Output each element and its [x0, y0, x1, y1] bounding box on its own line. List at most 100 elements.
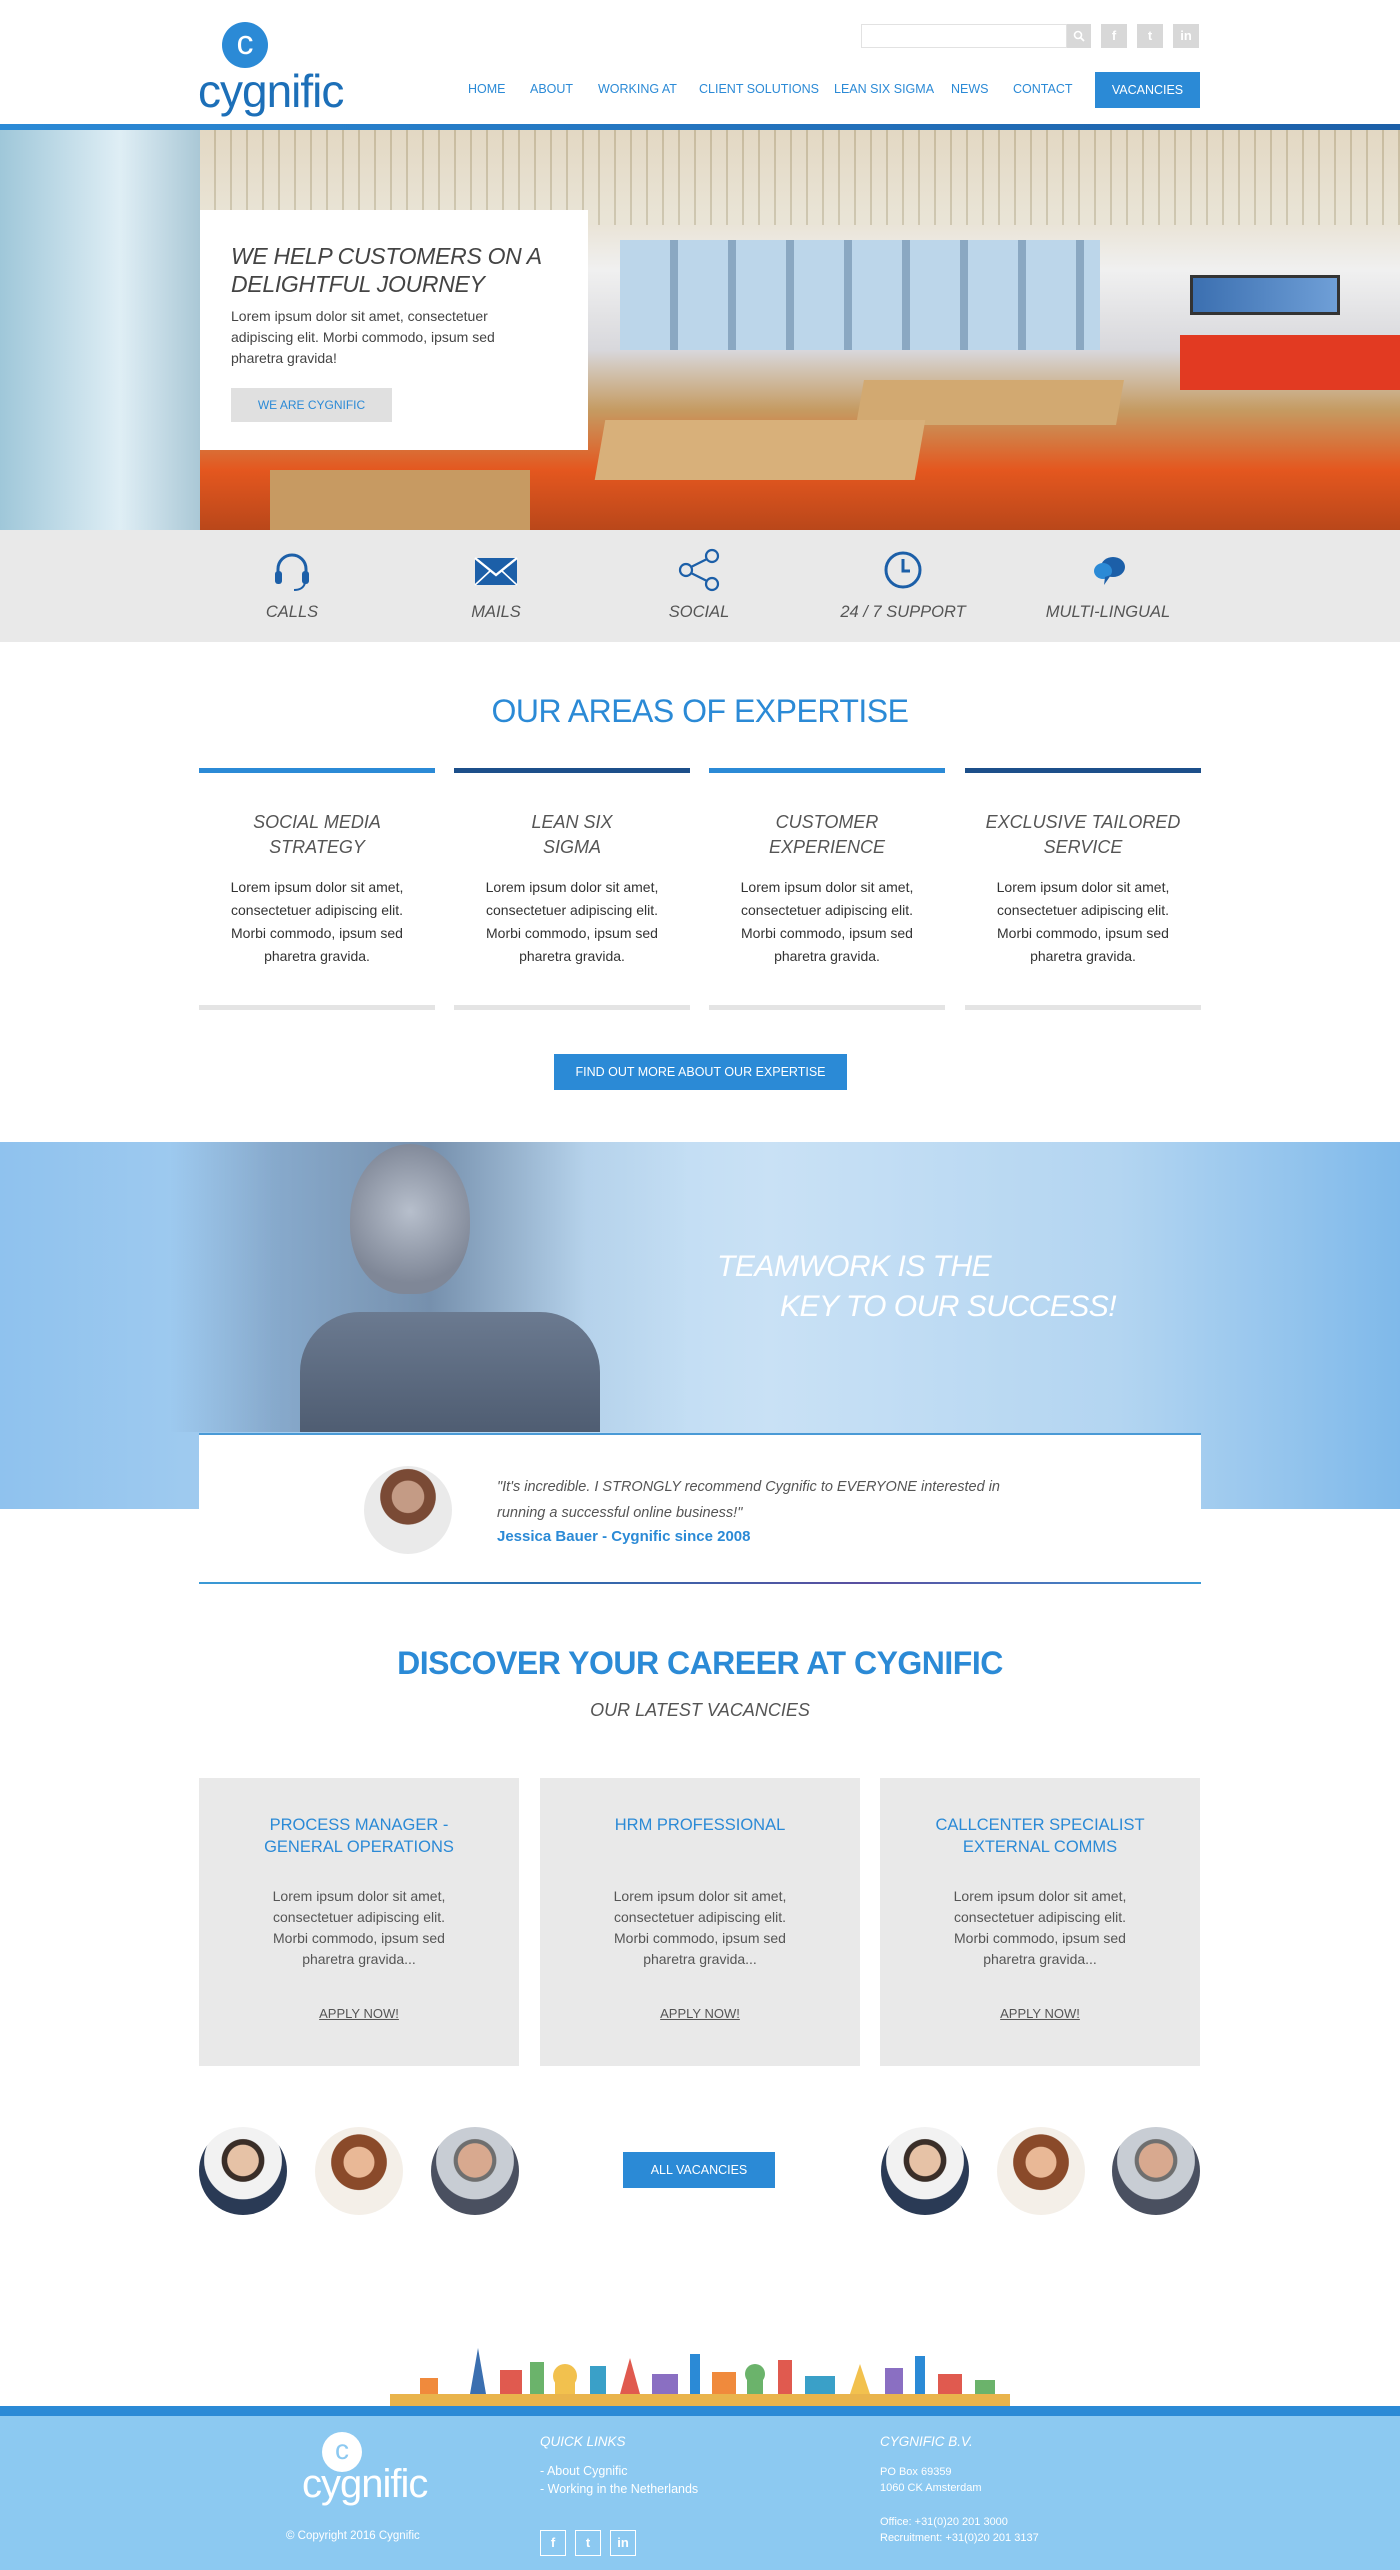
apply-now-link[interactable]: APPLY NOW! — [880, 2006, 1200, 2021]
footer-link-working-nl[interactable]: - Working in the Netherlands — [540, 2482, 698, 2496]
banner-person-body — [300, 1312, 600, 1432]
vacancies-button[interactable]: VACANCIES — [1095, 72, 1200, 108]
features-strip: CALLS MAILS SOCIAL 24 / 7 SUPPORT MULTI-… — [0, 530, 1400, 642]
expertise-item-title: CUSTOMER EXPERIENCE — [709, 810, 945, 860]
vacancy-card[interactable]: HRM PROFESSIONAL Lorem ipsum dolor sit a… — [540, 1778, 860, 2066]
address-line: PO Box 69359 — [880, 2466, 952, 2478]
we-are-cygnific-button[interactable]: WE ARE CYGNIFIC — [231, 388, 392, 422]
testimonial-quote: "It's incredible. I STRONGLY recommend C… — [497, 1479, 1000, 1521]
expertise-title-line: STRATEGY — [269, 837, 365, 857]
apply-now-link[interactable]: APPLY NOW! — [199, 2006, 519, 2021]
nav-about[interactable]: ABOUT — [530, 82, 573, 96]
expertise-title-line: EXPERIENCE — [768, 837, 886, 857]
expertise-item-social-media[interactable]: SOCIAL MEDIA STRATEGY Lorem ipsum dolor … — [199, 768, 435, 1011]
apply-now-link[interactable]: APPLY NOW! — [540, 2006, 860, 2021]
feature-calls[interactable]: CALLS — [212, 530, 372, 642]
hero-window-wall — [0, 130, 200, 530]
banner-headline-line1: TEAMWORK IS THE — [717, 1250, 992, 1283]
vacancy-title-line: HRM PROFESSIONAL — [614, 1816, 786, 1834]
expertise-title-line: LEAN SIX — [531, 812, 613, 832]
city-skyline-illustration — [390, 2348, 1010, 2406]
hero-title: WE HELP CUSTOMERS ON A DELIGHTFUL JOURNE… — [231, 243, 541, 297]
site-footer: c cygnific © Copyright 2016 Cygnific QUI… — [0, 2416, 1400, 2570]
expertise-item-customer-experience[interactable]: CUSTOMER EXPERIENCE Lorem ipsum dolor si… — [709, 768, 945, 1011]
twitter-icon[interactable]: t — [1137, 24, 1163, 48]
expertise-title-line: EXCLUSIVE TAILORED — [985, 812, 1181, 832]
expertise-top-bar — [454, 768, 690, 773]
nav-lean-six-sigma[interactable]: LEAN SIX SIGMA — [834, 82, 934, 96]
feature-label: CALLS — [265, 603, 319, 621]
expertise-title: OUR AREAS OF EXPERTISE — [491, 693, 909, 729]
expertise-item-title: EXCLUSIVE TAILORED SERVICE — [965, 810, 1201, 860]
find-out-more-button[interactable]: FIND OUT MORE ABOUT OUR EXPERTISE — [554, 1054, 847, 1090]
feature-support[interactable]: 24 / 7 SUPPORT — [823, 530, 983, 642]
hero-banner: WE HELP CUSTOMERS ON A DELIGHTFUL JOURNE… — [0, 130, 1400, 530]
cygnific-logo[interactable]: c cygnific — [198, 20, 344, 120]
hero-table — [270, 470, 530, 530]
search-icon — [1073, 30, 1085, 42]
feature-label: MAILS — [471, 603, 521, 621]
expertise-top-bar — [199, 768, 435, 773]
hero-red-counter — [1180, 335, 1400, 390]
mail-icon — [474, 557, 518, 586]
hero-table — [594, 420, 926, 480]
testimonial-author: Jessica Bauer - Cygnific since 2008 — [497, 1528, 751, 1545]
expertise-bottom-bar — [199, 1005, 435, 1010]
feature-label: MULTI-LINGUAL — [1045, 603, 1171, 621]
expertise-item-text: Lorem ipsum dolor sit amet, consectetuer… — [230, 879, 404, 964]
expertise-item-title: SOCIAL MEDIA STRATEGY — [199, 810, 435, 860]
vacancy-text: Lorem ipsum dolor sit amet, consectetuer… — [272, 1888, 446, 1967]
vacancy-title-line: GENERAL OPERATIONS — [264, 1838, 454, 1856]
expertise-bottom-bar — [709, 1005, 945, 1010]
expertise-bottom-bar — [454, 1005, 690, 1010]
hero-table — [856, 380, 1124, 425]
footer-twitter-icon[interactable]: t — [575, 2530, 601, 2556]
copyright-text: © Copyright 2016 Cygnific — [286, 2530, 420, 2542]
vacancy-title-line: PROCESS MANAGER - — [269, 1816, 449, 1834]
nav-working-at[interactable]: WORKING AT — [598, 82, 677, 96]
logo-mark: c — [222, 22, 268, 68]
address-line: 1060 CK Amsterdam — [880, 2482, 982, 2494]
company-title: CYGNIFIC B.V. — [880, 2434, 973, 2449]
search-button[interactable] — [1067, 24, 1091, 48]
all-vacancies-button[interactable]: ALL VACANCIES — [623, 2152, 775, 2188]
linkedin-icon[interactable]: in — [1173, 24, 1199, 48]
hero-screens — [1190, 275, 1340, 315]
vacancy-title[interactable]: HRM PROFESSIONAL — [560, 1814, 840, 1836]
feature-mails[interactable]: MAILS — [416, 530, 576, 642]
avatar — [997, 2127, 1085, 2215]
office-phone[interactable]: Office: +31(0)20 201 3000 — [880, 2516, 1008, 2528]
facebook-icon[interactable]: f — [1101, 24, 1127, 48]
headset-icon — [275, 553, 309, 591]
vacancy-title-line: EXTERNAL COMMS — [962, 1838, 1118, 1856]
expertise-item-lean-six-sigma[interactable]: LEAN SIX SIGMA Lorem ipsum dolor sit ame… — [454, 768, 690, 1011]
hero-card: WE HELP CUSTOMERS ON A DELIGHTFUL JOURNE… — [200, 210, 588, 450]
nav-contact[interactable]: CONTACT — [1013, 82, 1073, 96]
recruitment-phone[interactable]: Recruitment: +31(0)20 201 3137 — [880, 2532, 1039, 2544]
expertise-top-bar — [709, 768, 945, 773]
nav-news[interactable]: NEWS — [951, 82, 989, 96]
feature-multilingual[interactable]: MULTI-LINGUAL — [1028, 530, 1188, 642]
expertise-item-title: LEAN SIX SIGMA — [454, 810, 690, 860]
feature-social[interactable]: SOCIAL — [619, 530, 779, 642]
avatar — [1112, 2127, 1200, 2215]
banner-headline-line2: KEY TO OUR SUCCESS! — [780, 1290, 1117, 1323]
vacancy-card[interactable]: CALLCENTER SPECIALIST EXTERNAL COMMS Lor… — [880, 1778, 1200, 2066]
expertise-item-text: Lorem ipsum dolor sit amet, consectetuer… — [740, 879, 914, 964]
hero-windows — [620, 240, 1100, 350]
expertise-item-tailored-service[interactable]: EXCLUSIVE TAILORED SERVICE Lorem ipsum d… — [965, 768, 1201, 1011]
quick-links-title: QUICK LINKS — [540, 2434, 626, 2449]
nav-home[interactable]: HOME — [468, 82, 506, 96]
footer-logo-wordmark[interactable]: cygnific — [302, 2462, 428, 2507]
footer-facebook-icon[interactable]: f — [540, 2530, 566, 2556]
nav-client-solutions[interactable]: CLIENT SOLUTIONS — [699, 82, 819, 96]
vacancy-title[interactable]: CALLCENTER SPECIALIST EXTERNAL COMMS — [900, 1814, 1180, 1858]
vacancy-card[interactable]: PROCESS MANAGER - GENERAL OPERATIONS Lor… — [199, 1778, 519, 2066]
avatar — [881, 2127, 969, 2215]
footer-link-about[interactable]: - About Cygnific — [540, 2464, 628, 2478]
vacancy-title[interactable]: PROCESS MANAGER - GENERAL OPERATIONS — [219, 1814, 499, 1858]
feature-label: SOCIAL — [668, 603, 730, 621]
vacancy-title-line: CALLCENTER SPECIALIST — [935, 1816, 1145, 1834]
search-input[interactable] — [861, 24, 1067, 48]
footer-linkedin-icon[interactable]: in — [610, 2530, 636, 2556]
